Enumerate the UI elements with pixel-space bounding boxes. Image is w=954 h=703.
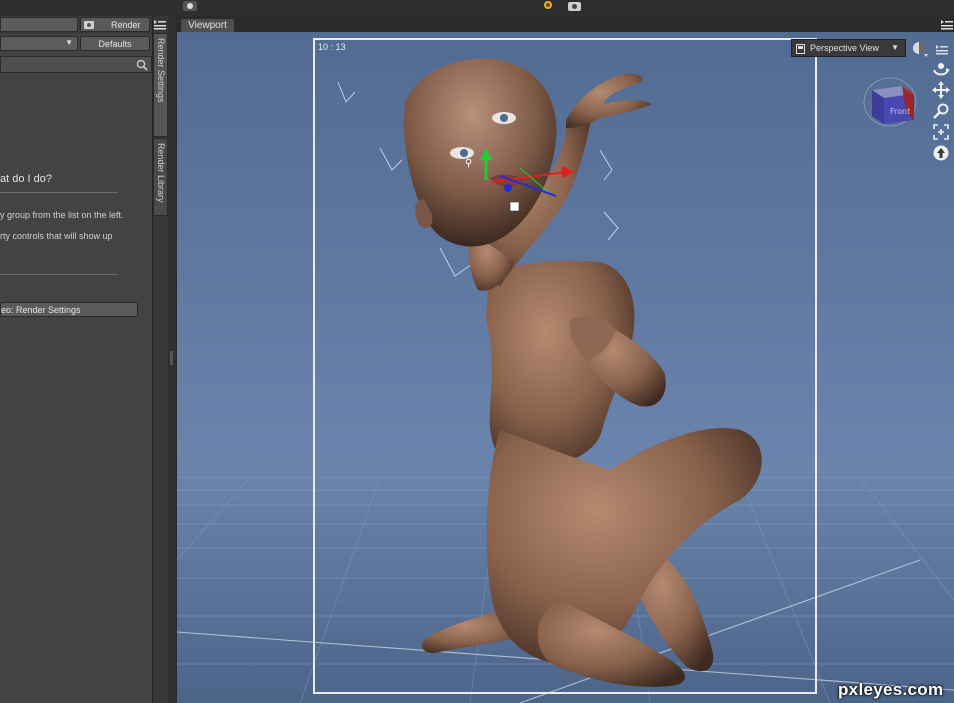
video-render-settings-button[interactable]: eo: Render Settings bbox=[0, 302, 138, 317]
preset-dropdown[interactable]: ▼ bbox=[0, 36, 78, 51]
frame-icon[interactable] bbox=[932, 123, 950, 141]
splitter-grip[interactable] bbox=[170, 351, 173, 365]
chevron-down-icon: ▼ bbox=[891, 43, 899, 52]
aspect-ratio-label: 10 : 13 bbox=[318, 42, 346, 52]
tab-render-library-label: Render Library bbox=[156, 143, 166, 203]
defaults-button[interactable]: Defaults bbox=[80, 36, 150, 51]
help-line-1: y group from the list on the left. bbox=[0, 210, 124, 220]
camera-view-icon bbox=[796, 44, 805, 54]
preset-field[interactable] bbox=[0, 17, 78, 32]
pane-splitter[interactable] bbox=[168, 16, 176, 703]
pane-tabs: Render Settings Render Library bbox=[153, 16, 168, 703]
tab-render-settings[interactable]: Render Settings bbox=[153, 33, 168, 137]
help-line-2: rty controls that will show up bbox=[0, 231, 113, 241]
help-heading: at do I do? bbox=[0, 173, 52, 185]
viewport-options-icon[interactable] bbox=[936, 42, 948, 60]
divider bbox=[0, 192, 118, 193]
chevron-down-icon: ▼ bbox=[65, 38, 73, 47]
render-frame bbox=[313, 38, 817, 694]
watermark: pxleyes.com bbox=[838, 680, 944, 699]
search-icon bbox=[136, 59, 148, 71]
pan-icon[interactable] bbox=[932, 81, 950, 99]
divider bbox=[0, 274, 118, 275]
view-selector-label: Perspective View bbox=[810, 43, 879, 53]
top-toolbar bbox=[0, 0, 954, 16]
reset-view-icon[interactable] bbox=[932, 144, 950, 162]
video-button-label: eo: Render Settings bbox=[1, 304, 81, 315]
view-cube[interactable]: Front bbox=[862, 76, 918, 128]
draw-style-icon[interactable] bbox=[911, 40, 929, 63]
render-settings-pane: Render ▼ Defaults at do I do? y group fr… bbox=[0, 16, 153, 703]
render-camera-icon bbox=[84, 21, 94, 29]
zoom-icon[interactable] bbox=[932, 102, 950, 120]
camera-settings-icon[interactable] bbox=[568, 0, 584, 11]
tab-render-library[interactable]: Render Library bbox=[153, 138, 168, 216]
render-button[interactable]: Render bbox=[80, 17, 150, 32]
pane-header: Render bbox=[0, 16, 152, 34]
camera-icon[interactable] bbox=[182, 0, 198, 11]
render-button-label: Render bbox=[111, 19, 141, 30]
view-selector-dropdown[interactable]: Perspective View ▼ bbox=[791, 39, 906, 57]
tab-viewport[interactable]: Viewport bbox=[180, 18, 235, 32]
sun-render-icon[interactable] bbox=[540, 0, 556, 11]
search-input[interactable] bbox=[0, 56, 152, 73]
tab-render-settings-label: Render Settings bbox=[156, 38, 166, 103]
cube-face-label: Front bbox=[890, 107, 910, 116]
orbit-icon[interactable] bbox=[932, 60, 950, 78]
